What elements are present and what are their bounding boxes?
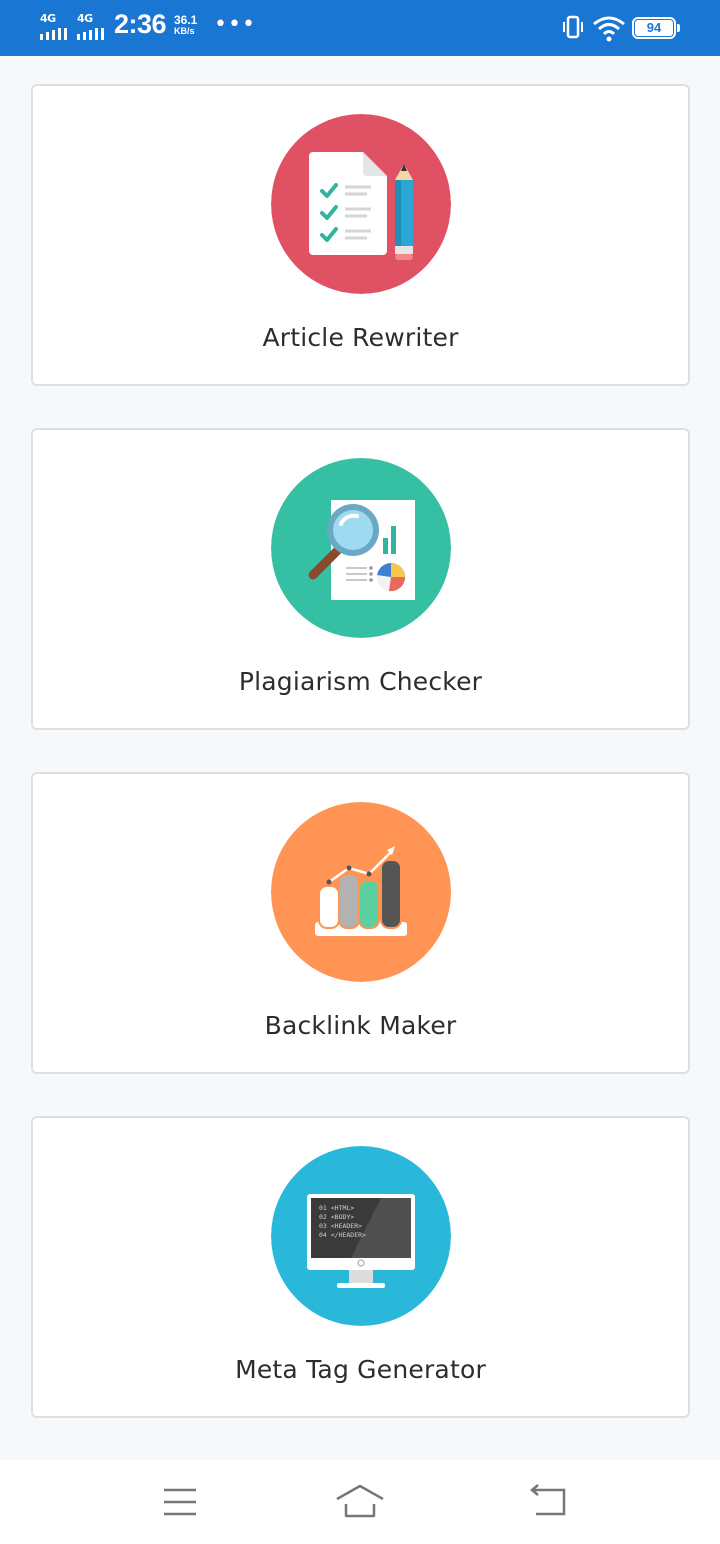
back-button[interactable] (520, 1482, 576, 1522)
backlink-maker-icon (271, 802, 451, 982)
navigation-bar (0, 1460, 720, 1544)
network-type-label: 4G (40, 12, 56, 25)
menu-button[interactable] (152, 1482, 208, 1522)
battery-icon: 94 (632, 17, 680, 39)
article-rewriter-icon (271, 114, 451, 294)
vibrate-icon (563, 15, 583, 39)
tool-card-plagiarism-checker[interactable]: Plagiarism Checker (31, 428, 690, 730)
plagiarism-checker-icon (271, 458, 451, 638)
signal-indicator-2: 4G (77, 12, 111, 42)
code-line: 04 </HEADER> (319, 1231, 366, 1239)
tool-card-backlink-maker[interactable]: Backlink Maker (31, 772, 690, 1074)
tool-card-label: Meta Tag Generator (235, 1355, 486, 1384)
meta-tag-generator-icon: 01 <HTML> 02 <BODY> 03 <HEADER> 04 </HEA… (271, 1146, 451, 1326)
wifi-icon (593, 16, 625, 42)
more-notifications-icon: ••• (214, 12, 256, 37)
battery-level: 94 (646, 20, 662, 35)
home-button[interactable] (332, 1482, 388, 1522)
code-line: 02 <BODY> (319, 1213, 354, 1221)
network-speed-value: 36.1 (174, 13, 198, 27)
home-icon (336, 1484, 384, 1518)
network-speed-unit: KB/s (174, 26, 195, 36)
network-type-label: 4G (77, 12, 93, 25)
signal-indicator-1: 4G (40, 12, 74, 42)
tool-card-label: Article Rewriter (262, 323, 459, 352)
menu-icon (164, 1488, 196, 1516)
code-line: 03 <HEADER> (319, 1222, 362, 1230)
network-speed: 36.1 KB/s (174, 14, 197, 36)
tool-card-label: Backlink Maker (264, 1011, 457, 1040)
code-line: 01 <HTML> (319, 1204, 354, 1212)
tool-card-article-rewriter[interactable]: Article Rewriter (31, 84, 690, 386)
tool-card-label: Plagiarism Checker (238, 667, 483, 696)
status-bar: 4G 4G 2:36 36.1 KB/s ••• 94 (0, 0, 720, 56)
back-icon (530, 1484, 566, 1516)
signal-icon (77, 28, 104, 40)
clock: 2:36 (114, 9, 167, 39)
signal-icon (40, 28, 67, 40)
tool-card-meta-tag-generator[interactable]: 01 <HTML> 02 <BODY> 03 <HEADER> 04 </HEA… (31, 1116, 690, 1418)
